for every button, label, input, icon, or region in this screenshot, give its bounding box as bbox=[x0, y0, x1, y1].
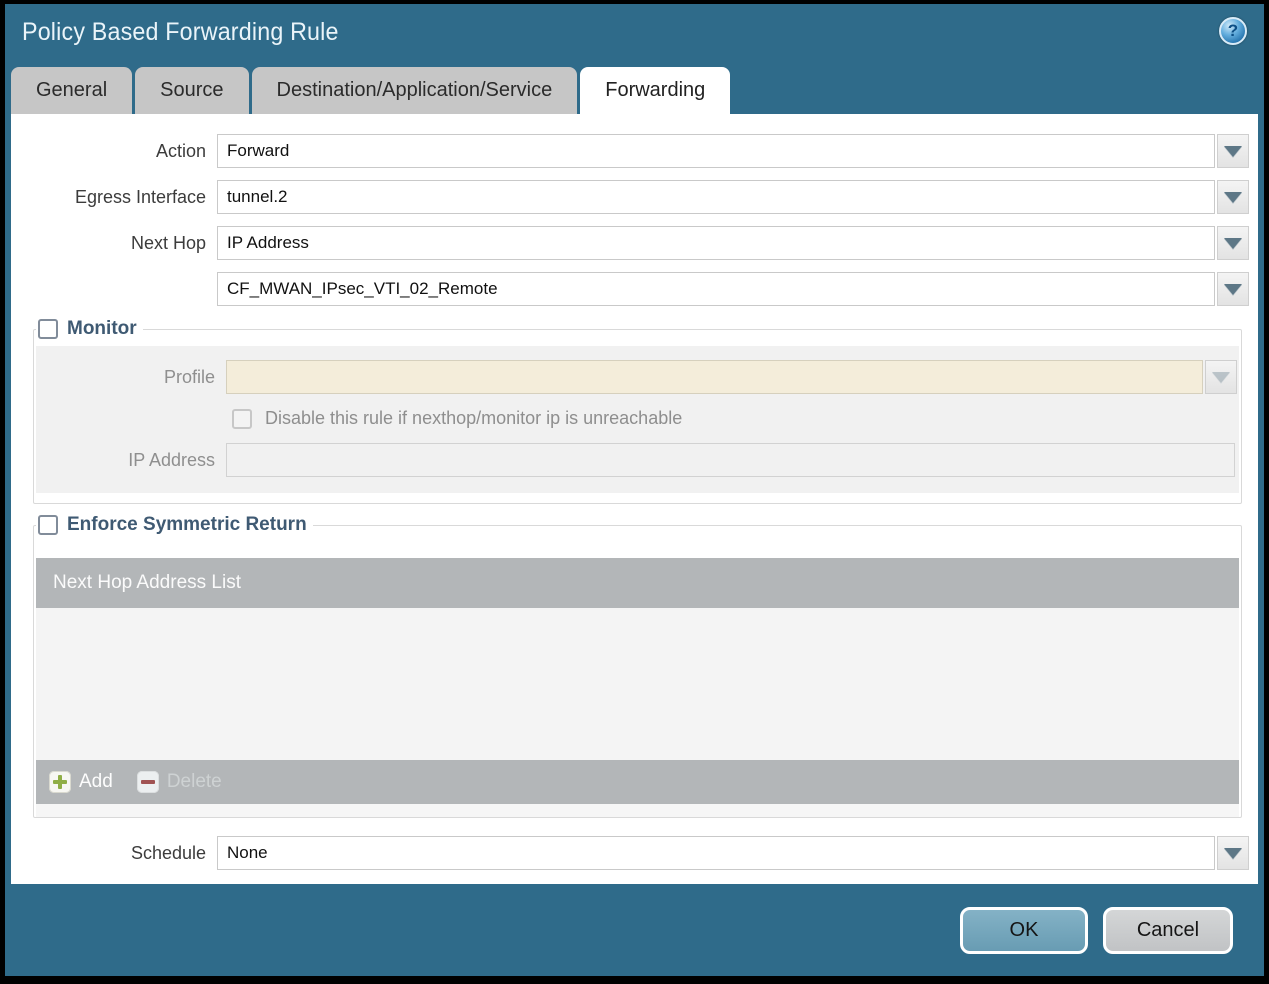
schedule-input[interactable] bbox=[217, 836, 1215, 870]
tab-general[interactable]: General bbox=[11, 67, 133, 114]
disable-rule-checkbox bbox=[232, 408, 252, 429]
egress-interface-row: Egress Interface bbox=[11, 180, 1249, 214]
dialog-footer: OK Cancel bbox=[5, 885, 1264, 976]
monitor-checkbox[interactable] bbox=[38, 319, 58, 339]
monitor-panel: Profile Disable this rule if nexthop/mon… bbox=[36, 346, 1239, 493]
tab-forwarding[interactable]: Forwarding bbox=[580, 67, 731, 114]
delete-button-label: Delete bbox=[166, 771, 222, 792]
action-input[interactable] bbox=[217, 134, 1215, 168]
action-label: Action bbox=[155, 140, 206, 161]
chevron-down-icon bbox=[1224, 145, 1242, 157]
tab-bar: General Source Destination/Application/S… bbox=[5, 66, 1264, 114]
delete-button: Delete bbox=[136, 771, 222, 793]
help-icon[interactable]: ? bbox=[1219, 17, 1247, 45]
next-hop-dropdown-button[interactable] bbox=[1217, 226, 1249, 260]
chevron-down-icon bbox=[1224, 237, 1242, 249]
pbf-rule-dialog: Policy Based Forwarding Rule ? General S… bbox=[5, 4, 1264, 976]
action-dropdown-button[interactable] bbox=[1217, 134, 1249, 168]
add-button-label: Add bbox=[79, 771, 113, 792]
egress-interface-dropdown-button[interactable] bbox=[1217, 180, 1249, 214]
egress-interface-label: Egress Interface bbox=[74, 186, 206, 207]
symmetric-return-checkbox[interactable] bbox=[38, 515, 58, 535]
help-glyph: ? bbox=[1227, 21, 1239, 40]
monitor-ip-address-label: IP Address bbox=[128, 449, 215, 470]
next-hop-address-input[interactable] bbox=[217, 272, 1215, 306]
monitor-legend-label: Monitor bbox=[67, 318, 137, 339]
schedule-row: Schedule bbox=[11, 836, 1249, 870]
ok-button[interactable]: OK bbox=[960, 907, 1088, 954]
dialog-title: Policy Based Forwarding Rule bbox=[22, 18, 339, 46]
profile-input bbox=[226, 360, 1203, 394]
next-hop-address-list-table: Next Hop Address List Add Delete bbox=[36, 558, 1239, 817]
table-footer: Add Delete bbox=[36, 760, 1239, 804]
chevron-down-icon bbox=[1224, 191, 1242, 203]
profile-label: Profile bbox=[163, 366, 215, 387]
profile-row: Profile bbox=[36, 360, 1237, 394]
next-hop-row: Next Hop bbox=[11, 226, 1249, 260]
disable-rule-row: Disable this rule if nexthop/monitor ip … bbox=[232, 408, 1237, 429]
plus-icon bbox=[49, 771, 71, 793]
chevron-down-icon bbox=[1212, 371, 1230, 383]
disable-rule-label: Disable this rule if nexthop/monitor ip … bbox=[265, 408, 683, 428]
next-hop-address-row bbox=[11, 272, 1249, 306]
symmetric-return-fieldset: Enforce Symmetric Return Next Hop Addres… bbox=[33, 514, 1242, 818]
chevron-down-icon bbox=[1224, 847, 1242, 859]
table-bottom-strip bbox=[36, 804, 1239, 817]
monitor-legend: Monitor bbox=[36, 318, 143, 340]
cancel-button[interactable]: Cancel bbox=[1103, 907, 1233, 954]
monitor-ip-address-input bbox=[226, 443, 1235, 477]
table-body-empty[interactable] bbox=[36, 608, 1239, 760]
add-button[interactable]: Add bbox=[49, 771, 113, 793]
profile-dropdown-button bbox=[1205, 360, 1237, 394]
symmetric-return-legend-label: Enforce Symmetric Return bbox=[67, 514, 307, 535]
monitor-fieldset: Monitor Profile Disable this rule if nex… bbox=[33, 318, 1242, 504]
table-header-next-hop-address-list: Next Hop Address List bbox=[36, 558, 1239, 608]
dialog-titlebar: Policy Based Forwarding Rule ? bbox=[5, 4, 1264, 66]
schedule-label: Schedule bbox=[130, 842, 206, 863]
action-row: Action bbox=[11, 134, 1249, 168]
schedule-dropdown-button[interactable] bbox=[1217, 836, 1249, 870]
chevron-down-icon bbox=[1224, 283, 1242, 295]
tab-destination-application-service[interactable]: Destination/Application/Service bbox=[251, 67, 578, 114]
next-hop-address-dropdown-button[interactable] bbox=[1217, 272, 1249, 306]
symmetric-return-legend: Enforce Symmetric Return bbox=[36, 514, 313, 536]
minus-icon bbox=[136, 771, 159, 793]
tab-source[interactable]: Source bbox=[135, 67, 249, 114]
egress-interface-input[interactable] bbox=[217, 180, 1215, 214]
next-hop-label: Next Hop bbox=[130, 232, 206, 253]
tab-content-forwarding: Action Egress Interface Next Hop bbox=[11, 114, 1258, 884]
next-hop-type-input[interactable] bbox=[217, 226, 1215, 260]
monitor-ip-address-row: IP Address bbox=[36, 443, 1237, 477]
